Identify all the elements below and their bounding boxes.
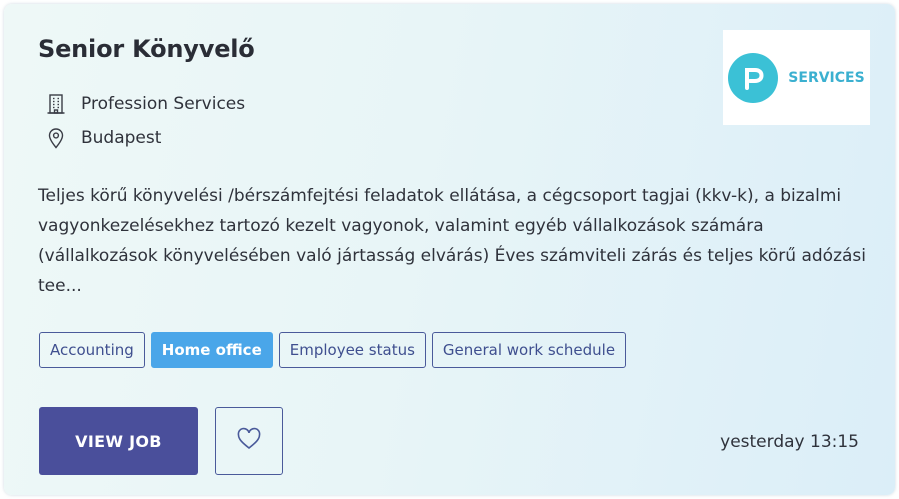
job-card: Senior Könyvelő Profession Services Buda… — [4, 4, 895, 495]
company-name: Profession Services — [81, 94, 246, 114]
logo-text: SERVICES — [788, 69, 865, 86]
favorite-button[interactable] — [215, 407, 283, 475]
tag-employee-status[interactable]: Employee status — [278, 332, 426, 368]
heart-icon — [236, 427, 262, 455]
tag-home-office[interactable]: Home office — [150, 332, 273, 368]
logo-mark-icon — [728, 52, 779, 103]
tag-general-work-schedule[interactable]: General work schedule — [431, 332, 627, 368]
location: Budapest — [81, 128, 162, 148]
location-row: Budapest — [44, 126, 161, 150]
tag-accounting[interactable]: Accounting — [39, 332, 145, 368]
tag-list: Accounting Home office Employee status G… — [39, 332, 632, 368]
map-pin-icon — [44, 126, 68, 150]
building-icon — [44, 92, 68, 116]
company-logo: SERVICES — [723, 30, 870, 125]
view-job-button[interactable]: VIEW JOB — [39, 407, 198, 475]
job-title[interactable]: Senior Könyvelő — [38, 35, 255, 63]
company-row: Profession Services — [44, 92, 245, 116]
job-description: Teljes körű könyvelési /bérszámfejtési f… — [38, 186, 867, 296]
posted-time: yesterday 13:15 — [720, 432, 859, 452]
